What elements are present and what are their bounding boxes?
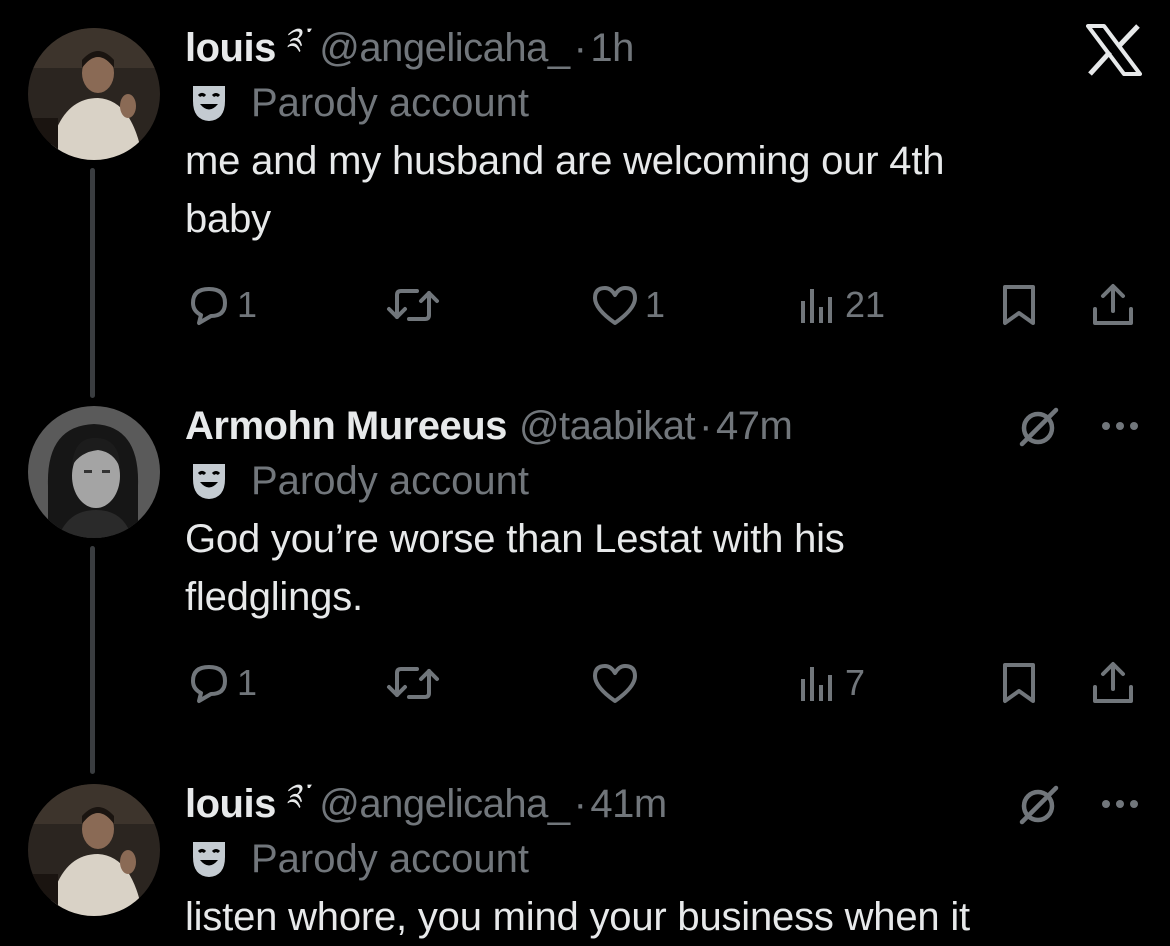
views-count: 7	[845, 662, 866, 703]
views-button[interactable]: 21	[795, 280, 885, 330]
user-handle[interactable]: @angelicaha_	[319, 26, 570, 71]
avatar[interactable]	[28, 406, 160, 538]
display-name[interactable]: Armohn Mureeus	[185, 404, 507, 449]
retweet-button[interactable]	[385, 280, 447, 330]
tweet-header: louis ༉་ @angelicaha_ · 1h	[185, 22, 1140, 74]
timestamp[interactable]: 47m	[716, 404, 793, 449]
timestamp[interactable]: 41m	[590, 782, 667, 827]
tweet-header: louis ༉་ @angelicaha_ · 41m	[185, 778, 1140, 830]
separator: ·	[699, 403, 712, 448]
tweet-text: me and my husband are welcoming our 4th …	[185, 139, 945, 241]
like-button[interactable]	[591, 658, 645, 708]
views-icon	[801, 667, 832, 701]
reply-count: 1	[237, 662, 258, 703]
parody-mask-icon	[191, 83, 227, 123]
x-logo-icon[interactable]	[1086, 24, 1142, 76]
parody-label: Parody account	[185, 74, 1140, 132]
thread-line	[90, 168, 95, 398]
share-icon	[1093, 284, 1133, 325]
parody-label-text: Parody account	[251, 80, 529, 125]
views-count: 21	[845, 284, 886, 325]
bookmark-button[interactable]	[997, 658, 1041, 708]
bookmark-icon	[1003, 285, 1035, 325]
tweet-header: Armohn Mureeus @taabikat · 47m	[185, 400, 1140, 452]
reply-icon	[191, 665, 227, 703]
like-button[interactable]: 1	[591, 280, 665, 330]
display-name[interactable]: louis	[185, 782, 276, 827]
avatar[interactable]	[28, 28, 160, 160]
retweet-icon	[387, 289, 439, 321]
views-icon	[801, 289, 832, 323]
share-icon	[1093, 662, 1133, 703]
bookmark-icon	[1003, 663, 1035, 703]
reply-count: 1	[237, 284, 258, 325]
retweet-icon	[387, 667, 439, 699]
retweet-button[interactable]	[385, 658, 447, 708]
reply-button[interactable]: 1	[187, 280, 257, 330]
parody-label: Parody account	[185, 830, 1140, 888]
separator: ·	[573, 25, 587, 70]
more-icon[interactable]	[1100, 796, 1144, 812]
share-button[interactable]	[1089, 658, 1137, 708]
heart-icon	[593, 664, 637, 703]
separator: ·	[573, 781, 587, 826]
tweet-text: God you’re worse than Lestat with his fl…	[185, 517, 845, 619]
name-emoji: ༉་	[283, 22, 308, 57]
user-handle[interactable]: @angelicaha_	[319, 782, 570, 827]
tweet-menu-area	[1016, 782, 1144, 826]
timestamp[interactable]: 1h	[590, 26, 634, 71]
tweet-text: listen whore, you mind your business whe…	[185, 895, 970, 939]
name-emoji: ༉་	[283, 778, 308, 813]
reply-icon	[191, 287, 227, 325]
tweet-actions: 1 1 21	[185, 280, 1145, 330]
reply-button[interactable]: 1	[187, 658, 257, 708]
parody-label: Parody account	[185, 452, 1140, 510]
grok-icon[interactable]	[1016, 782, 1060, 826]
share-button[interactable]	[1089, 280, 1137, 330]
bookmark-button[interactable]	[997, 280, 1041, 330]
display-name[interactable]: louis	[185, 26, 276, 71]
parody-label-text: Parody account	[251, 836, 529, 881]
parody-mask-icon	[191, 461, 227, 501]
tweet-menu-area	[1016, 404, 1144, 448]
avatar[interactable]	[28, 784, 160, 916]
heart-icon	[593, 286, 637, 325]
parody-mask-icon	[191, 839, 227, 879]
like-count: 1	[645, 284, 666, 325]
more-icon[interactable]	[1100, 418, 1144, 434]
user-handle[interactable]: @taabikat	[519, 404, 696, 449]
parody-label-text: Parody account	[251, 458, 529, 503]
tweet-actions: 1 7	[185, 658, 1145, 708]
grok-icon[interactable]	[1016, 404, 1060, 448]
views-button[interactable]: 7	[795, 658, 865, 708]
thread-line	[90, 546, 95, 774]
